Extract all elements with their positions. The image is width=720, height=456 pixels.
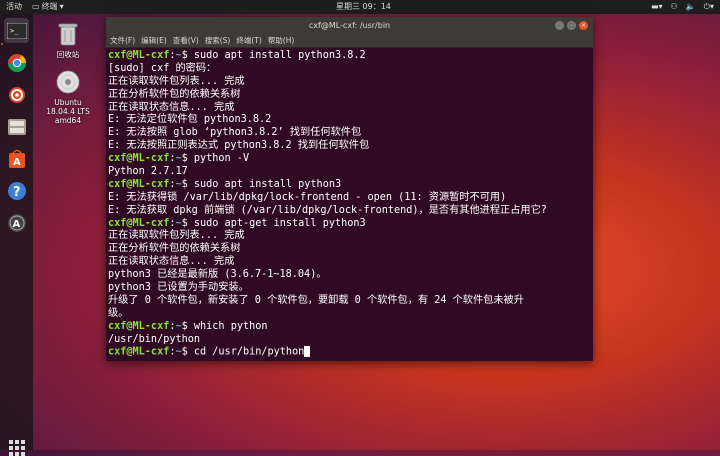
prompt-line: cxf@ML-cxf:~$ which python [108,321,593,334]
app-menu-label: 终端 [41,2,58,11]
desktop-trash[interactable]: 回收站 [38,22,98,59]
dock-chrome[interactable] [4,50,29,75]
menu-edit[interactable]: 编辑(E) [141,34,167,47]
file-cabinet-icon [7,118,26,135]
top-bar: 活动 ▭ 终端 ▾ 星期三 09：14 ▬▾ ⚇ 🔈 ⏻▾ [0,0,720,14]
svg-text:?: ? [13,185,21,200]
menu-search[interactable]: 搜索(S) [205,34,231,47]
output-line: E: 无法获得锁 /var/lib/dpkg/lock-frontend - o… [108,191,507,203]
prompt-line: cxf@ML-cxf:~$ sudo apt install python3.8… [108,50,593,63]
command-text: $ python -V [181,153,250,165]
power-icon[interactable]: ⏻▾ [704,0,714,14]
system-tray[interactable]: ▬▾ ⚇ 🔈 ⏻▾ [651,0,714,14]
dock-settings[interactable] [4,82,29,107]
command-text: $ which python [181,320,268,332]
command-text: $ sudo apt-get install python3 [181,217,366,229]
chrome-icon [7,53,26,72]
prompt-line: cxf@ML-cxf:~$ python -V [108,153,593,166]
svg-text:>_: >_ [10,27,19,35]
menu-terminal[interactable]: 终端(T) [236,34,261,47]
output-line: 正在分析软件包的依赖关系树 [108,88,241,100]
window-controls: – □ × [555,21,588,30]
output-line: python3 已经是最新版 (3.6.7-1~18.04)。 [108,269,327,281]
activities-button[interactable]: 活动 [6,0,22,14]
prompt-user: cxf@ML-cxf [108,320,170,332]
cd-disc-icon [56,70,80,94]
terminal-window[interactable]: cxf@ML-cxf: /usr/bin – □ × 文件(F) 编辑(E) 查… [106,17,593,361]
output-line: 升级了 0 个软件包，新安装了 0 个软件包，要卸载 0 个软件包，有 24 个… [108,294,524,306]
terminal-icon: >_ [6,22,27,39]
svg-text:A: A [12,219,20,230]
prompt-user: cxf@ML-cxf [108,178,170,190]
menu-view[interactable]: 查看(V) [173,34,199,47]
input-method-icon[interactable]: ▬▾ [651,0,663,14]
terminal-output[interactable]: cxf@ML-cxf:~$ sudo apt install python3.8… [106,48,593,359]
prompt-user: cxf@ML-cxf [108,153,170,165]
help-icon: ? [7,181,26,200]
output-line: E: 无法定位软件包 python3.8.2 [108,114,272,126]
output-line: 正在读取软件包列表... 完成 [108,230,245,242]
command-text: $ sudo apt install python3 [181,178,342,190]
disc-label-3: amd64 [54,116,82,125]
close-icon[interactable]: × [579,21,588,30]
dock-terminal[interactable]: >_ [4,18,29,43]
dock-updater[interactable]: A [4,210,29,235]
output-line: python3 已设置为手动安装。 [108,282,249,294]
terminal-small-icon: ▭ [32,2,40,11]
svg-text:A: A [13,157,21,168]
prompt-line: cxf@ML-cxf:~$ cd /usr/bin/python [108,346,593,359]
terminal-titlebar[interactable]: cxf@ML-cxf: /usr/bin – □ × [106,17,593,34]
disc-label-1: Ubuntu [54,98,82,107]
minimize-icon[interactable]: – [555,21,564,30]
desktop-ubuntu-disc[interactable]: Ubuntu 18.04.4 LTS amd64 [38,70,98,125]
prompt-user: cxf@ML-cxf [108,50,170,61]
running-indicator [1,43,3,45]
trash-label: 回收站 [56,50,80,59]
chevron-down-icon: ▾ [59,2,64,11]
text-cursor [304,346,311,358]
prompt-line: cxf@ML-cxf:~$ sudo apt-get install pytho… [108,218,593,231]
terminal-menubar: 文件(F) 编辑(E) 查看(V) 搜索(S) 终端(T) 帮助(H) [106,34,593,48]
prompt-user: cxf@ML-cxf [108,346,170,358]
gear-icon [8,86,25,103]
output-line: [sudo] cxf 的密码： [108,62,217,74]
app-menu[interactable]: ▭ 终端 ▾ [32,0,64,14]
dock-software[interactable]: A [4,146,29,171]
dock-files[interactable] [4,114,29,139]
command-text: $ cd /usr/bin/python [181,346,305,358]
output-line: E: 无法获取 dpkg 前端锁 (/var/lib/dpkg/lock-fro… [108,204,547,216]
output-line: E: 无法按照正则表达式 python3.8.2 找到任何软件包 [108,140,370,152]
software-center-icon: A [8,149,25,168]
window-title: cxf@ML-cxf: /usr/bin [308,21,391,30]
output-line: Python 2.7.17 [108,166,188,178]
software-updater-icon: A [7,213,26,232]
output-line: E: 无法按照 glob ‘python3.8.2’ 找到任何软件包 [108,127,362,139]
output-line: /usr/bin/python [108,333,201,345]
disc-label-2: 18.04.4 LTS [46,107,90,116]
menu-file[interactable]: 文件(F) [110,34,135,47]
prompt-line: cxf@ML-cxf:~$ sudo apt install python3 [108,179,593,192]
output-line: 正在读取软件包列表... 完成 [108,75,245,87]
show-applications-icon[interactable] [9,440,25,456]
dock-help[interactable]: ? [4,178,29,203]
maximize-icon[interactable]: □ [567,21,576,30]
dock: >_ A ? A [0,14,33,456]
output-line: 正在分析软件包的依赖关系树 [108,243,241,255]
output-line: 级。 [108,307,129,319]
output-line: 正在读取状态信息... 完成 [108,256,235,268]
network-icon[interactable]: ⚇ [671,0,678,14]
trash-icon [58,23,78,46]
clock[interactable]: 星期三 09：14 [336,0,391,14]
prompt-user: cxf@ML-cxf [108,217,170,229]
output-line: 正在读取状态信息... 完成 [108,101,235,113]
command-text: $ sudo apt install python3.8.2 [181,50,366,61]
volume-icon[interactable]: 🔈 [686,0,696,14]
menu-help[interactable]: 帮助(H) [268,34,295,47]
